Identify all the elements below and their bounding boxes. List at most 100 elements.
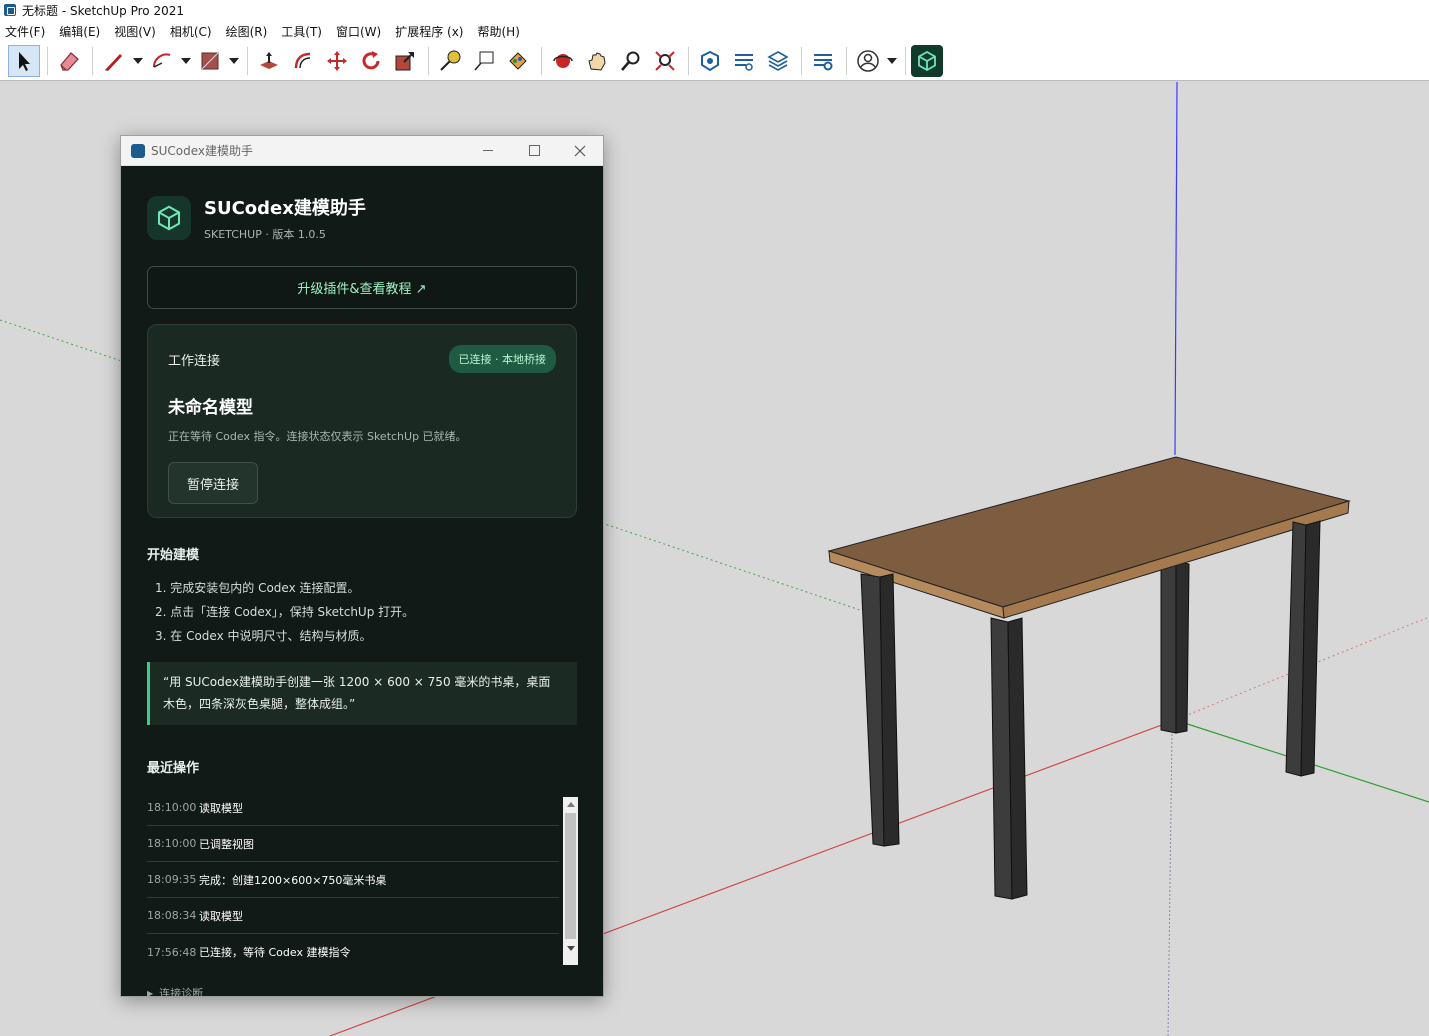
minimize-button[interactable] [465, 136, 511, 166]
menu-camera[interactable]: 相机(C) [170, 23, 212, 40]
extension-manager-icon [814, 54, 833, 71]
brand-version: SKETCHUP · 版本 1.0.5 [204, 228, 326, 241]
scrollbar-thumb[interactable] [565, 813, 576, 939]
toolbar-separator [905, 47, 906, 75]
recent-scrollbar[interactable] [563, 797, 578, 965]
layout-button[interactable] [762, 45, 794, 77]
extension-warehouse-button[interactable] [728, 45, 760, 77]
plugin-body: SUCodex建模助手 SKETCHUP · 版本 1.0.5 升级插件&查看教… [121, 166, 603, 1000]
maximize-button[interactable] [511, 136, 557, 166]
push-pull-icon [260, 52, 278, 69]
scroll-up-arrow-icon[interactable] [563, 797, 578, 811]
connection-description: 正在等待 Codex 指令。连接状态仅表示 SketchUp 已就绪。 [168, 430, 467, 443]
close-button[interactable] [557, 136, 603, 166]
move-tool-button[interactable] [321, 45, 353, 77]
account-icon [857, 50, 879, 72]
toolbar-separator [47, 47, 48, 75]
blue-axis [1174, 82, 1178, 456]
action-text: 完成：创建1200×600×750毫米书桌 [199, 873, 387, 887]
sucodex-logo-icon [147, 196, 191, 240]
layout-icon [767, 51, 789, 71]
toolbar-separator [428, 47, 429, 75]
toolbar-separator [247, 47, 248, 75]
toolbar-separator [801, 47, 802, 75]
upgrade-tutorial-button[interactable]: 升级插件&查看教程 ↗ [147, 266, 577, 309]
push-pull-tool-button[interactable] [253, 45, 285, 77]
recent-actions-title: 最近操作 [147, 761, 200, 776]
menu-extensions[interactable]: 扩展程序 (x) [395, 23, 463, 40]
paint-bucket-icon [509, 52, 527, 70]
rectangle-tool-button[interactable] [194, 45, 226, 77]
offset-icon [294, 52, 311, 69]
scale-tool-button[interactable] [389, 45, 421, 77]
sucodex-toolbar-button[interactable] [911, 45, 943, 77]
menu-help[interactable]: 帮助(H) [477, 23, 519, 40]
orbit-tool-button[interactable] [547, 45, 579, 77]
list-item: 18:08:34 读取模型 [147, 898, 559, 934]
table-leg-back-left [1160, 560, 1190, 734]
diagnostics-toggle[interactable]: ▶ 连接诊断 [147, 985, 577, 1001]
close-icon [574, 145, 586, 156]
table-leg-back-right [1285, 520, 1321, 777]
menu-tools[interactable]: 工具(T) [281, 23, 322, 40]
action-text: 读取模型 [199, 801, 243, 815]
toolbar-separator [92, 47, 93, 75]
list-item: 3. 在 Codex 中说明尺寸、结构与材质。 [155, 629, 372, 643]
table-leg-front-center [990, 617, 1028, 900]
text-icon [474, 51, 494, 71]
eraser-icon [60, 52, 79, 71]
line-tool-button[interactable] [98, 45, 130, 77]
text-tool-button[interactable] [468, 45, 500, 77]
action-text: 已调整视图 [199, 837, 254, 851]
menu-edit[interactable]: 编辑(E) [59, 23, 100, 40]
table-leg-front-left [860, 573, 900, 847]
pan-icon [588, 52, 606, 71]
tape-measure-icon [440, 50, 461, 71]
select-tool-button[interactable] [8, 45, 40, 77]
eraser-tool-button[interactable] [53, 45, 85, 77]
action-time: 18:09:35 [147, 873, 197, 886]
brand-name: SUCodex建模助手 [204, 198, 366, 219]
example-prompt-line: “用 SUCodex建模助手创建一张 1200 × 600 × 750 毫米的书… [163, 675, 551, 689]
menu-window[interactable]: 窗口(W) [336, 23, 381, 40]
pan-tool-button[interactable] [581, 45, 613, 77]
toolbar-separator [846, 47, 847, 75]
sketchup-logo-icon [131, 143, 145, 158]
rectangle-icon [201, 52, 219, 70]
pause-connection-button[interactable]: 暂停连接 [168, 462, 258, 504]
action-time: 17:56:48 [147, 945, 197, 959]
zoom-tool-button[interactable] [615, 45, 647, 77]
line-tool-dropdown[interactable] [132, 45, 144, 77]
menu-bar: 文件(F) 编辑(E) 视图(V) 相机(C) 绘图(R) 工具(T) 窗口(W… [0, 20, 1429, 42]
extension-warehouse-icon [735, 54, 753, 71]
scroll-down-arrow-icon[interactable] [563, 941, 578, 955]
menu-draw[interactable]: 绘图(R) [226, 23, 268, 40]
rotate-tool-button[interactable] [355, 45, 387, 77]
offset-tool-button[interactable] [287, 45, 319, 77]
account-button[interactable] [852, 45, 884, 77]
main-toolbar [0, 42, 1429, 81]
pencil-line-icon [105, 54, 122, 71]
menu-view[interactable]: 视图(V) [114, 23, 156, 40]
plugin-title-bar[interactable]: SUCodex建模助手 [121, 136, 603, 166]
example-prompt[interactable]: “用 SUCodex建模助手创建一张 1200 × 600 × 750 毫米的书… [147, 662, 577, 725]
arc-tool-button[interactable] [146, 45, 178, 77]
account-dropdown[interactable] [886, 45, 898, 77]
zoom-extents-tool-button[interactable] [649, 45, 681, 77]
menu-file[interactable]: 文件(F) [5, 23, 45, 40]
rectangle-tool-dropdown[interactable] [228, 45, 240, 77]
list-item: 1. 完成安装包内的 Codex 连接配置。 [155, 581, 360, 595]
arc-tool-dropdown[interactable] [180, 45, 192, 77]
orbit-icon [553, 54, 573, 68]
list-item: 18:09:35 完成：创建1200×600×750毫米书桌 [147, 862, 559, 898]
connection-label: 工作连接 [168, 353, 221, 369]
move-icon [327, 51, 347, 71]
toolbar-separator [541, 47, 542, 75]
disclosure-triangle-icon: ▶ [147, 988, 154, 998]
plugin-window-title: SUCodex建模助手 [151, 144, 254, 158]
warehouse-button[interactable] [694, 45, 726, 77]
toolbar-separator [688, 47, 689, 75]
paint-bucket-tool-button[interactable] [502, 45, 534, 77]
extension-manager-button[interactable] [807, 45, 839, 77]
tape-measure-tool-button[interactable] [434, 45, 466, 77]
